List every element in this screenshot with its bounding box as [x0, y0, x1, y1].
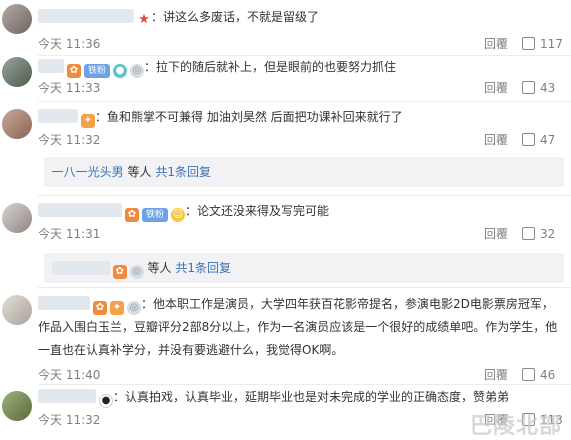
comment-4: ✿ 铁粉 ☺ ：论文还没来得及写完可能 今天 11:31 回覆 32 ✿ ◎ 等人 共1… [0, 195, 571, 287]
comment-2: ✿ 铁粉 ● ◎ ：拉下的随后就补上，但是眼前的也要努力抓住 今天 11:33 回覆 4… [0, 55, 571, 101]
fire-badge-icon: ✦ [81, 114, 95, 128]
like-button[interactable]: 117 [522, 36, 563, 52]
comment-body: ✿ 铁粉 ☺ ：论文还没来得及写完可能 [38, 200, 329, 222]
comment-text-line-2: 作品入围白玉兰，豆瓣评分2部8分以上，作为一名演员应该是一个很好的成绩单吧。作为… [38, 320, 558, 334]
reply-button[interactable]: 回覆 [484, 80, 508, 96]
comment-text-line-3: 一直也在认真补学分，并没有要逃避什么，我觉得OK啊。 [38, 343, 344, 357]
reply-tail: 等人 [127, 165, 152, 179]
reply-preview[interactable]: ✿ ◎ 等人 共1条回复 [44, 253, 564, 283]
thumbs-up-icon [522, 37, 535, 50]
iron-fan-badge: 铁粉 [142, 208, 168, 222]
thumbs-up-icon [522, 368, 535, 381]
medal-icon: ◎ [127, 301, 141, 315]
like-button[interactable]: 46 [522, 367, 555, 383]
avatar[interactable] [2, 4, 32, 34]
username-blurred[interactable] [38, 59, 64, 73]
view-replies-link[interactable]: 共1条回复 [175, 261, 231, 275]
username-blurred[interactable] [38, 9, 134, 23]
fire-badge-icon: ✦ [110, 301, 124, 315]
like-button[interactable]: 47 [522, 132, 555, 148]
reply-tail: 等人 [147, 261, 172, 275]
medal-icon: ◎ [129, 265, 144, 279]
vip-icon: ✿ [112, 265, 127, 279]
username-blurred[interactable] [38, 389, 96, 403]
vip-icon: ✿ [93, 301, 107, 315]
avatar[interactable] [2, 109, 32, 139]
like-count: 32 [540, 227, 556, 241]
reply-button[interactable]: 回覆 [484, 132, 508, 148]
comment-1: ★：讲这么多废话，不就是留级了 今天 11:36 回覆 117 [0, 0, 571, 55]
smile-emoji-icon: ☺ [171, 208, 185, 222]
comment-text-line-1: ：他本职工作是演员，大学四年获百花影帝提名，参演电影2D电影票房冠军， [141, 297, 554, 311]
view-replies-link[interactable]: 共1条回复 [155, 165, 211, 179]
star-badge-icon: ★ [138, 12, 150, 27]
panda-badge-icon: ● [99, 394, 113, 408]
avatar[interactable] [2, 203, 32, 233]
comment-body: ★：讲这么多废话，不就是留级了 [38, 6, 319, 28]
reply-user[interactable]: 一八一光头男 [52, 165, 124, 179]
like-count: 47 [540, 133, 556, 147]
comment-3: ✦ ：鱼和熊掌不可兼得 加油刘昊然 后面把功课补回来就行了 今天 11:32 回覆… [0, 101, 571, 195]
like-count: 117 [540, 37, 563, 51]
reply-button[interactable]: 回覆 [484, 36, 508, 52]
reply-button[interactable]: 回覆 [484, 367, 508, 383]
like-button[interactable]: 43 [522, 80, 555, 96]
username-blurred[interactable] [38, 296, 90, 310]
avatar[interactable] [2, 57, 32, 87]
reply-preview[interactable]: 一八一光头男 等人 共1条回复 [44, 157, 564, 187]
comment-time: 今天 11:33 [38, 81, 101, 95]
medal-icon: ◎ [130, 64, 144, 78]
username-blurred[interactable] [38, 203, 122, 217]
comment-time: 今天 11:31 [38, 227, 101, 241]
comment-text: ：鱼和熊掌不可兼得 加油刘昊然 后面把功课补回来就行了 [95, 110, 403, 124]
comment-text: ：论文还没来得及写完可能 [185, 204, 330, 218]
like-button[interactable]: 32 [522, 226, 555, 242]
username-blurred[interactable] [38, 109, 78, 123]
thumbs-up-icon [522, 81, 535, 94]
comment-5: ✿ ✦ ◎ ：他本职工作是演员，大学四年获百花影帝提名，参演电影2D电影票房冠军， 作… [0, 287, 571, 385]
camera-badge-icon: ● [113, 64, 127, 78]
reply-user-blurred[interactable] [51, 261, 110, 275]
vip-icon: ✿ [125, 208, 139, 222]
reply-button[interactable]: 回覆 [484, 226, 508, 242]
avatar[interactable] [2, 391, 32, 421]
watermark: 巴陵北部 [470, 414, 563, 439]
comment-time: 今天 11:36 [38, 37, 101, 51]
thumbs-up-icon [522, 133, 535, 146]
comment-text: ：认真拍戏，认真毕业，延期毕业也是对未完成的学业的正确态度，赞弟弟 [113, 390, 510, 404]
like-count: 43 [540, 81, 556, 95]
comment-text: ：讲这么多废话，不就是留级了 [151, 10, 320, 24]
comment-time: 今天 11:32 [38, 133, 101, 147]
comment-body: ✿ ✦ ◎ ：他本职工作是演员，大学四年获百花影帝提名，参演电影2D电影票房冠军， [38, 293, 554, 315]
comment-body: ● ：认真拍戏，认真毕业，延期毕业也是对未完成的学业的正确态度，赞弟弟 [38, 386, 509, 408]
comment-text: ：拉下的随后就补上，但是眼前的也要努力抓住 [144, 60, 397, 74]
comment-body: ✦ ：鱼和熊掌不可兼得 加油刘昊然 后面把功课补回来就行了 [38, 106, 403, 128]
avatar[interactable] [2, 295, 32, 325]
comment-time: 今天 11:32 [38, 413, 101, 427]
iron-fan-badge: 铁粉 [84, 64, 110, 78]
like-count: 46 [540, 368, 556, 382]
thumbs-up-icon [522, 227, 535, 240]
comment-body: ✿ 铁粉 ● ◎ ：拉下的随后就补上，但是眼前的也要努力抓住 [38, 56, 396, 78]
vip-icon: ✿ [67, 64, 81, 78]
comment-time: 今天 11:40 [38, 368, 101, 382]
